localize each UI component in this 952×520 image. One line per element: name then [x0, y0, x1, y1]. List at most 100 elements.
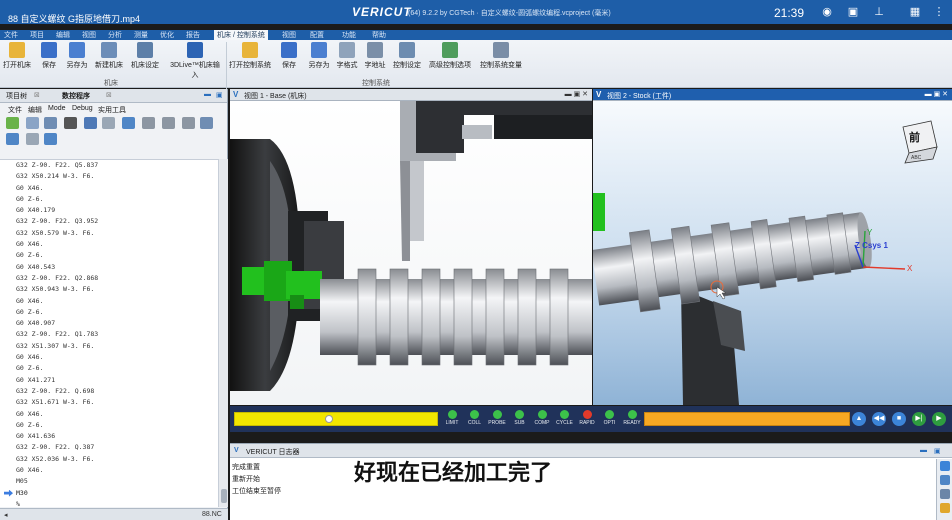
window-controls[interactable]: ▬ ▣ ✕: [565, 90, 588, 98]
code-line[interactable]: G0 X46.: [0, 465, 218, 476]
code-line[interactable]: G32 X51.307 W-3. F6.: [0, 341, 218, 352]
code-line[interactable]: G0 X46.: [0, 296, 218, 307]
code-line[interactable]: G32 Z-90. F22. Q.387: [0, 442, 218, 453]
maximize-icon[interactable]: ▣: [216, 91, 223, 99]
pin-icon[interactable]: ⊥: [872, 5, 886, 19]
machine-settings-button[interactable]: 机床设定: [128, 42, 162, 70]
screen-icon[interactable]: ▣: [846, 5, 860, 19]
window-controls[interactable]: ▬ ▣ ✕: [925, 90, 948, 98]
scroll-thumb[interactable]: [221, 489, 227, 503]
camera-icon[interactable]: ◉: [820, 5, 834, 19]
code-line[interactable]: G0 Z-6.: [0, 420, 218, 431]
tab-config[interactable]: 配置: [310, 30, 324, 40]
reset-model-icon[interactable]: ▲: [852, 412, 866, 426]
minimize-icon[interactable]: ▬: [920, 447, 927, 454]
code-line[interactable]: G32 Z-90. F22. Q.698: [0, 386, 218, 397]
open-file-icon[interactable]: [26, 117, 39, 129]
tab-help[interactable]: 帮助: [372, 30, 386, 40]
refresh-icon[interactable]: [44, 133, 57, 145]
menu-analysis[interactable]: 分析: [108, 30, 122, 40]
code-line[interactable]: G32 X50.579 W-3. F6.: [0, 228, 218, 239]
tab-machine-control[interactable]: 机床 / 控制系统: [214, 30, 268, 40]
tab-function[interactable]: 功能: [342, 30, 356, 40]
code-line[interactable]: G0 X40.543: [0, 262, 218, 273]
panel-menu-mode[interactable]: Mode: [48, 105, 66, 112]
menu-file[interactable]: 文件: [4, 30, 18, 40]
view-cube[interactable]: 前 ABC: [902, 120, 938, 164]
3dlive-input-button[interactable]: 3DLive™机床输入: [168, 42, 222, 80]
code-line[interactable]: M05: [0, 476, 218, 487]
code-line[interactable]: G0 X46.: [0, 352, 218, 363]
step-icon[interactable]: ▶|: [912, 412, 926, 426]
upload-icon[interactable]: [6, 133, 19, 145]
new-machine-button[interactable]: 新建机床: [92, 42, 126, 70]
code-line[interactable]: G0 Z-6.: [0, 307, 218, 318]
nc-code-view[interactable]: G32 Z-90. F22. Q5.837 G32 X50.214 W-3. F6…: [0, 159, 218, 507]
more-icon[interactable]: ⋮: [932, 5, 946, 19]
step-forward-icon[interactable]: [162, 117, 175, 129]
code-line[interactable]: G32 Z-90. F22. Q2.868: [0, 273, 218, 284]
panel-menu-utilities[interactable]: 实用工具: [98, 105, 126, 115]
control-settings-button[interactable]: 控制设定: [390, 42, 424, 70]
tile-icon[interactable]: ▦: [908, 5, 922, 19]
open-machine-button[interactable]: 打开机床: [0, 42, 34, 70]
slider-knob[interactable]: [325, 415, 334, 423]
viewport-base[interactable]: V 视图 1 - Base (机床) ▬ ▣ ✕: [230, 89, 592, 405]
menu-measure[interactable]: 测量: [134, 30, 148, 40]
word-address-button[interactable]: 字地址: [358, 42, 392, 70]
panel-menu-debug[interactable]: Debug: [72, 105, 93, 112]
clear-log-icon[interactable]: [940, 503, 950, 513]
run-icon[interactable]: [6, 117, 19, 129]
menu-optimize[interactable]: 优化: [160, 30, 174, 40]
save-control-button[interactable]: 保存: [272, 42, 306, 70]
step-back-icon[interactable]: [142, 117, 155, 129]
play-icon[interactable]: ▶: [932, 412, 946, 426]
code-line[interactable]: G0 X46.: [0, 409, 218, 420]
code-line[interactable]: G0 X41.271: [0, 375, 218, 386]
maximize-icon[interactable]: ▣: [934, 447, 941, 455]
code-line[interactable]: G0 Z-6.: [0, 250, 218, 261]
scroll-up-icon[interactable]: [940, 461, 950, 471]
code-line[interactable]: G32 Z-90. F22. Q1.783: [0, 329, 218, 340]
menu-project[interactable]: 项目: [30, 30, 44, 40]
split-view-icon[interactable]: [122, 117, 135, 129]
code-line[interactable]: G0 Z-6.: [0, 194, 218, 205]
panel-menu-edit[interactable]: 编辑: [28, 105, 42, 115]
code-line[interactable]: G0 X46.: [0, 183, 218, 194]
control-variables-button[interactable]: 控制系统变量: [478, 42, 524, 70]
save-as-machine-button[interactable]: 另存为: [60, 42, 94, 70]
code-line[interactable]: G32 X51.671 W-3. F6.: [0, 397, 218, 408]
code-line[interactable]: G32 X50.214 W-3. F6.: [0, 171, 218, 182]
code-line[interactable]: G0 X40.907: [0, 318, 218, 329]
code-line[interactable]: G0 X41.636: [0, 431, 218, 442]
code-scrollbar[interactable]: [218, 159, 228, 507]
toggle-icon[interactable]: [182, 117, 195, 129]
code-line[interactable]: M30: [0, 488, 218, 499]
advanced-control-options-button[interactable]: 高级控制选项: [426, 42, 474, 70]
panel-menu-file[interactable]: 文件: [8, 105, 22, 115]
minimize-icon[interactable]: ▬: [204, 91, 211, 98]
code-line[interactable]: %: [0, 499, 218, 507]
save-log-icon[interactable]: [940, 489, 950, 499]
find-icon[interactable]: [64, 117, 77, 129]
copy-icon[interactable]: [26, 133, 39, 145]
code-line[interactable]: G32 X50.943 W-3. F6.: [0, 284, 218, 295]
menu-edit[interactable]: 编辑: [56, 30, 70, 40]
code-line[interactable]: G32 Z-90. F22. Q3.952: [0, 216, 218, 227]
menu-view[interactable]: 视图: [82, 30, 96, 40]
menu-report[interactable]: 报告: [186, 30, 200, 40]
rewind-icon[interactable]: ◀◀: [872, 412, 886, 426]
open-control-button[interactable]: 打开控制系统: [228, 42, 272, 70]
list-view-icon[interactable]: [200, 117, 213, 129]
tab-view[interactable]: 视图: [282, 30, 296, 40]
stop-icon[interactable]: ■: [892, 412, 906, 426]
close-icon[interactable]: ⊠: [106, 91, 112, 99]
code-line[interactable]: G32 Z-90. F22. Q5.837: [0, 160, 218, 171]
code-line[interactable]: G0 Z-6.: [0, 363, 218, 374]
tab-project-tree[interactable]: 项目树: [6, 91, 27, 101]
save-file-icon[interactable]: [44, 117, 57, 129]
animation-speed-slider[interactable]: [234, 412, 438, 426]
checkmark-icon[interactable]: [940, 475, 950, 485]
close-icon[interactable]: ⊠: [34, 91, 40, 99]
print-icon[interactable]: [102, 117, 115, 129]
